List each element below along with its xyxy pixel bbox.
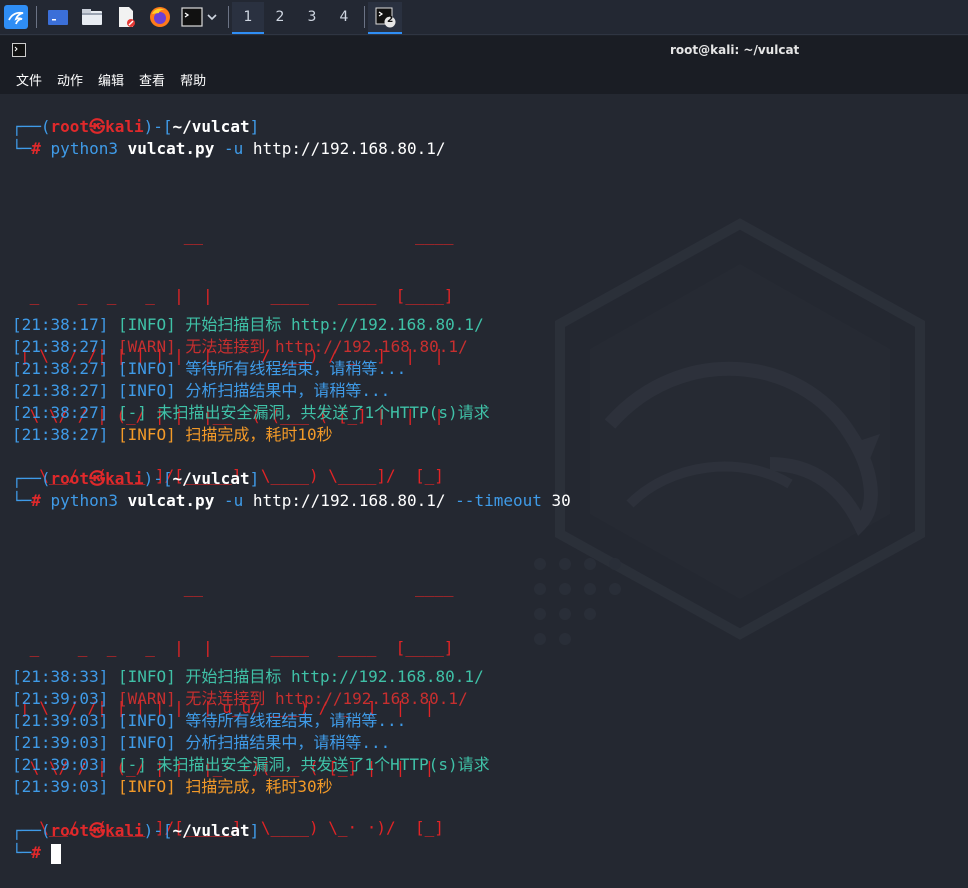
file-manager-icon[interactable]: [80, 4, 104, 30]
command-line: └─# python3 vulcat.py -u http://192.168.…: [12, 139, 446, 158]
menu-bar: 文件 动作 编辑 查看 帮助: [0, 64, 968, 94]
banner-line: __ ____: [20, 226, 454, 245]
menu-edit[interactable]: 编辑: [98, 70, 124, 89]
command-script: vulcat.py: [127, 139, 215, 158]
log-line: [21:39:03] [INFO] 等待所有线程结束，请稍等...: [12, 711, 407, 730]
log-line: [21:39:03] [WARN] 无法连接到 http://192.168.8…: [12, 689, 468, 708]
command-url: http://192.168.80.1/: [252, 139, 446, 158]
terminal-window-icon: [12, 43, 26, 57]
workspace-4[interactable]: 4: [328, 2, 360, 32]
prompt-user: root: [50, 117, 90, 136]
log-line: [21:38:27] [-] 未扫描出安全漏洞，共发送了1个HTTP(s)请求: [12, 403, 490, 422]
log-line: [21:38:27] [INFO] 等待所有线程结束，请稍等...: [12, 359, 407, 378]
command-flag: -u: [223, 139, 244, 158]
menu-action[interactable]: 动作: [57, 70, 83, 89]
prompt-host: kali: [105, 117, 144, 136]
prompt-line: ┌──(root㉿kali)-[~/vulcat]: [12, 469, 260, 488]
title-bar[interactable]: root@kali: ~/vulcat: [0, 36, 968, 64]
kali-dragon-watermark: [534, 218, 925, 645]
log-line: [21:38:27] [INFO] 分析扫描结果中，请稍等...: [12, 381, 391, 400]
log-line: [21:38:33] [INFO] 开始扫描目标 http://192.168.…: [12, 667, 484, 686]
menu-file[interactable]: 文件: [16, 70, 42, 89]
taskbar: 1 2 3 4 2: [0, 0, 968, 35]
log-line: [21:38:27] [WARN] 无法连接到 http://192.168.8…: [12, 337, 468, 356]
text-cursor: [50, 843, 61, 864]
banner-line: __ ____: [20, 578, 454, 597]
kali-menu-icon[interactable]: [4, 4, 28, 30]
chevron-down-icon[interactable]: [206, 4, 218, 30]
log-line: [21:39:03] [INFO] 分析扫描结果中，请稍等...: [12, 733, 391, 752]
banner-line: _ _ _ _ | | ____ ____ [____]: [20, 638, 454, 657]
workspace-3[interactable]: 3: [296, 2, 328, 32]
command-line: └─# python3 vulcat.py -u http://192.168.…: [12, 491, 571, 510]
log-line: [21:38:17] [INFO] 开始扫描目标 http://192.168.…: [12, 315, 484, 334]
log-line: [21:39:03] [INFO] 扫描完成，耗时30秒: [12, 777, 333, 796]
text-editor-icon[interactable]: [114, 4, 138, 30]
workspace-2[interactable]: 2: [264, 2, 296, 32]
workspace-1[interactable]: 1: [232, 2, 264, 34]
firefox-icon[interactable]: [148, 4, 172, 30]
prompt-line: ┌──(root㉿kali)-[~/vulcat]: [12, 117, 260, 136]
menu-view[interactable]: 查看: [139, 70, 165, 89]
prompt-at: ㉿: [89, 117, 106, 136]
log-line: [21:38:27] [INFO] 扫描完成，耗时10秒: [12, 425, 333, 444]
log-line: [21:39:03] [-] 未扫描出安全漏洞，共发送了1个HTTP(s)请求: [12, 755, 490, 774]
window-title: root@kali: ~/vulcat: [670, 43, 800, 57]
terminal-window: root@kali: ~/vulcat 文件 动作 编辑 查看 帮助 ┌──(r…: [0, 36, 968, 888]
terminal-task-button[interactable]: 2: [368, 2, 402, 34]
show-desktop-icon[interactable]: [46, 4, 70, 30]
terminal-output[interactable]: ┌──(root㉿kali)-[~/vulcat] └─# python3 vu…: [0, 94, 968, 888]
command-line[interactable]: └─#: [12, 842, 61, 864]
prompt-line: ┌──(root㉿kali)-[~/vulcat]: [12, 821, 260, 840]
banner-line: _ _ _ _ | | ____ ____ [____]: [20, 286, 454, 305]
terminal-task-badge: 2: [387, 15, 394, 25]
command-name: python3: [50, 139, 118, 158]
menu-help[interactable]: 帮助: [180, 70, 206, 89]
terminal-launcher-icon[interactable]: [180, 4, 204, 30]
prompt-path: ~/vulcat: [172, 117, 250, 136]
